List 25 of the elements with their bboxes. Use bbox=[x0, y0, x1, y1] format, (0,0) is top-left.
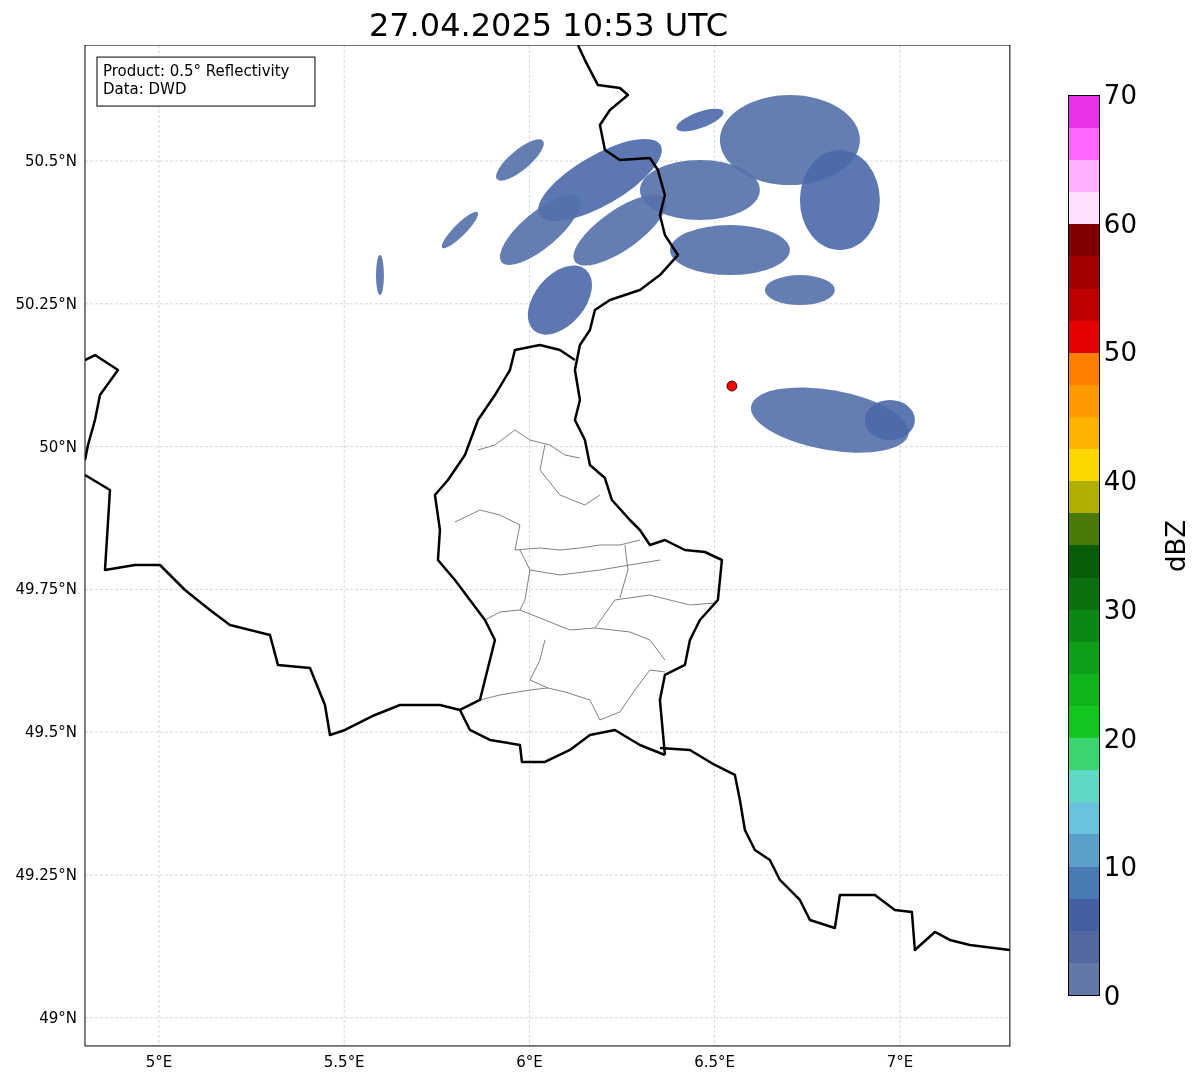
latitude-label: 49.25°N bbox=[15, 865, 77, 884]
longitude-label: 5.5°E bbox=[323, 1052, 365, 1071]
longitude-label: 6.5°E bbox=[694, 1052, 736, 1071]
colorbar-tick-label: 70 bbox=[1103, 82, 1137, 108]
latitude-label: 50°N bbox=[39, 437, 77, 456]
radar-site-marker bbox=[726, 380, 738, 392]
colorbar-tick-label: 40 bbox=[1103, 468, 1137, 495]
colorbar-tick-label: 60 bbox=[1103, 210, 1137, 237]
colorbar-label: dBZ bbox=[1160, 519, 1191, 572]
info-text: Product: 0.5° Reflectivity bbox=[103, 62, 290, 81]
longitude-label: 5°E bbox=[145, 1052, 173, 1071]
colorbar-tick-label: 10 bbox=[1103, 854, 1137, 881]
latitude-label: 49°N bbox=[39, 1008, 77, 1027]
latitude-label: 49.75°N bbox=[15, 580, 77, 599]
latitude-label: 50.25°N bbox=[15, 294, 77, 313]
chart-title: 27.04.2025 10:53 UTC bbox=[368, 5, 729, 45]
colorbar-tick-label: 0 bbox=[1103, 983, 1121, 1009]
colorbar-tick-label: 50 bbox=[1103, 339, 1137, 366]
longitude-label: 6°E bbox=[516, 1052, 543, 1071]
latitude-label: 50.5°N bbox=[24, 152, 77, 171]
longitude-label: 7°E bbox=[886, 1052, 914, 1071]
latitude-label: 49.5°N bbox=[24, 723, 77, 742]
info-text: Data: DWD bbox=[103, 80, 187, 99]
colorbar-tick-label: 20 bbox=[1103, 725, 1137, 752]
colorbar-tick-label: 30 bbox=[1103, 596, 1137, 623]
